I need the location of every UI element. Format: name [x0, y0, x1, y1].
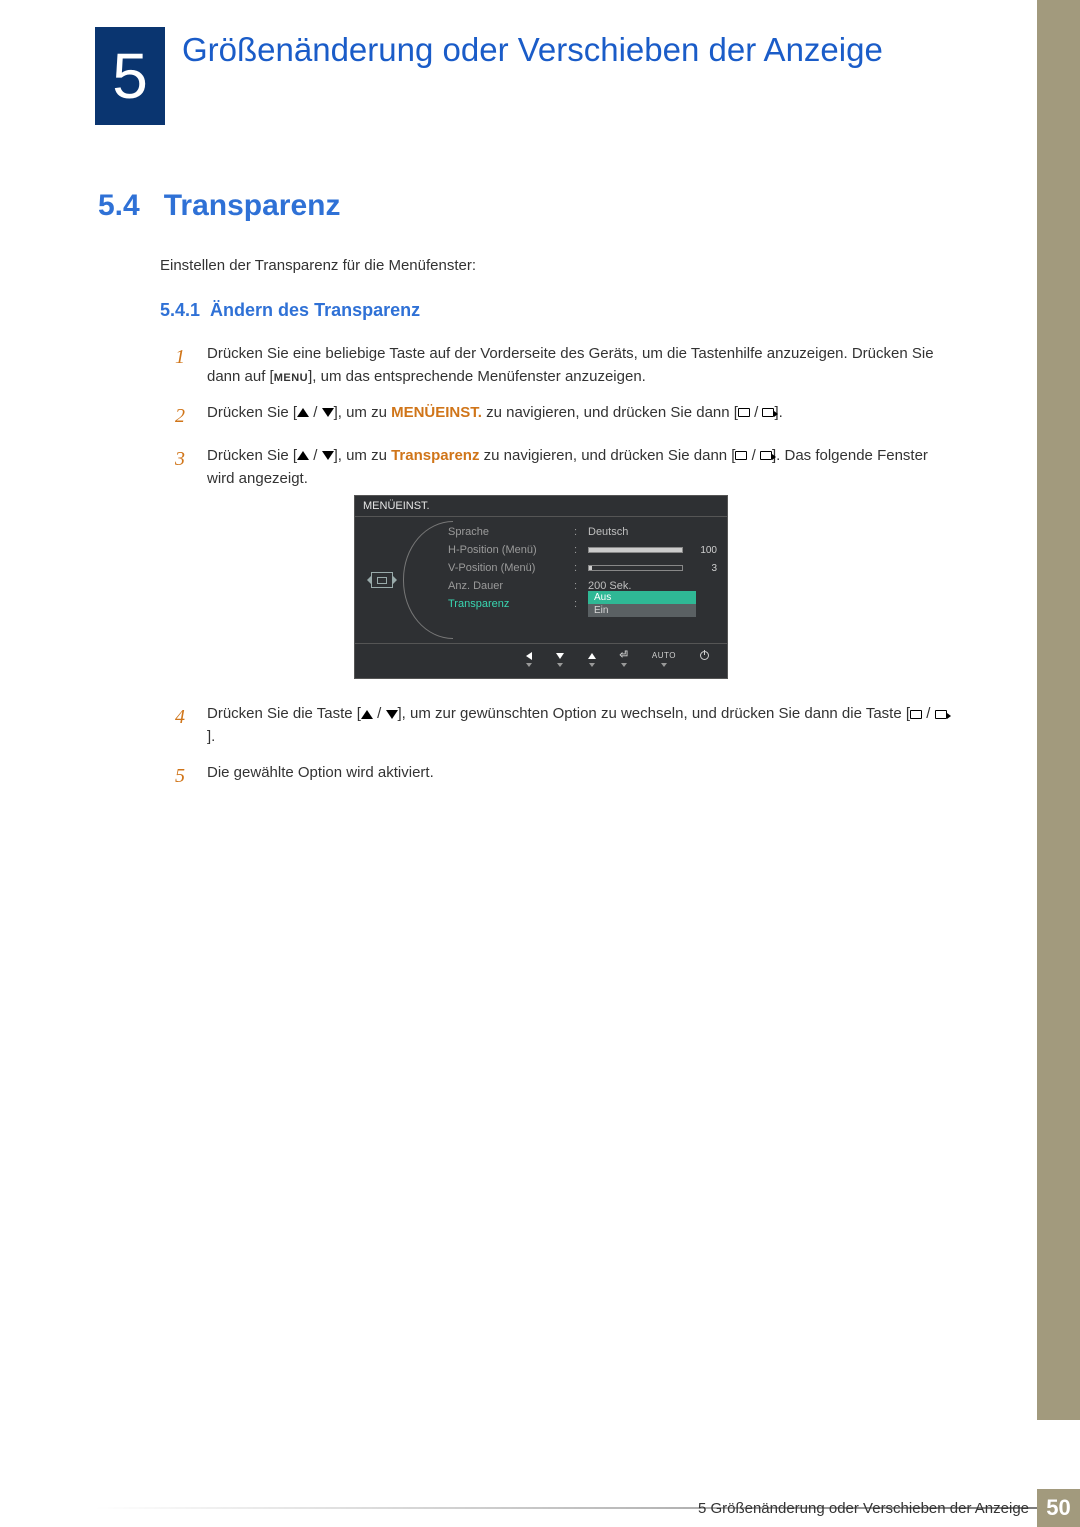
- side-stripe: [1037, 0, 1080, 1420]
- triangle-down-icon: [386, 710, 398, 719]
- triangle-down-icon: [322, 451, 334, 460]
- osd-option-selected: Aus: [588, 591, 696, 604]
- subsection-title: Ändern des Transparenz: [210, 300, 420, 321]
- source-icon: [735, 451, 747, 460]
- menu-icon: MENU: [274, 372, 308, 384]
- osd-dropdown: Aus Ein: [588, 591, 696, 617]
- osd-position-icon: [371, 572, 393, 588]
- footer-chapter-text: 5 Größenänderung oder Verschieben der An…: [698, 1500, 1029, 1517]
- nav-target: Transparenz: [391, 447, 479, 464]
- osd-down-icon: [556, 651, 564, 667]
- osd-slider: [588, 547, 683, 553]
- step-1: 1 Drücken Sie eine beliebige Taste auf d…: [175, 342, 947, 389]
- step-3: 3 Drücken Sie [ / ], um zu Transparenz z…: [175, 444, 947, 491]
- step-number: 2: [175, 401, 193, 432]
- osd-up-icon: [588, 651, 596, 667]
- enter-icon: [762, 408, 774, 417]
- osd-row-language: Sprache : Deutsch: [448, 523, 717, 541]
- step-5: 5 Die gewählte Option wird aktiviert.: [175, 761, 947, 792]
- nav-target: MENÜEINST.: [391, 404, 482, 421]
- enter-icon: [760, 451, 772, 460]
- chapter-number: 5: [112, 39, 148, 113]
- osd-title: MENÜEINST.: [355, 496, 727, 517]
- document-page: 5 Größenänderung oder Verschieben der An…: [0, 0, 1080, 1527]
- osd-body: Sprache : Deutsch H-Position (Menü) : 10…: [355, 517, 727, 643]
- step-number: 1: [175, 342, 193, 389]
- osd-enter-icon: ⏎: [620, 651, 628, 667]
- osd-back-icon: [526, 651, 532, 667]
- step-2: 2 Drücken Sie [ / ], um zu MENÜEINST. zu…: [175, 401, 947, 432]
- subsection-heading: 5.4.1 Ändern des Transparenz: [160, 300, 420, 321]
- chapter-tab: 5: [95, 27, 165, 125]
- osd-slider: [588, 565, 683, 571]
- step-text: Drücken Sie [ / ], um zu Transparenz zu …: [207, 444, 947, 491]
- step-number: 5: [175, 761, 193, 792]
- triangle-up-icon: [297, 451, 309, 460]
- osd-power-icon: [700, 651, 709, 667]
- page-footer: 5 Größenänderung oder Verschieben der An…: [0, 1489, 1080, 1527]
- osd-row-transparency: Transparenz : Aus Ein: [448, 595, 717, 613]
- section-title: Transparenz: [164, 189, 341, 223]
- osd-footer-buttons: ⏎ AUTO: [355, 643, 727, 673]
- section-heading: 5.4 Transparenz: [98, 189, 340, 223]
- section-number: 5.4: [98, 189, 140, 223]
- section-intro: Einstellen der Transparenz für die Menüf…: [160, 257, 476, 274]
- source-icon: [910, 710, 922, 719]
- step-4: 4 Drücken Sie die Taste [ / ], um zur ge…: [175, 702, 947, 749]
- step-text: Drücken Sie [ / ], um zu MENÜEINST. zu n…: [207, 401, 947, 432]
- osd-auto-icon: AUTO: [652, 651, 676, 667]
- osd-category-icon-area: [355, 517, 408, 643]
- triangle-down-icon: [322, 408, 334, 417]
- step-text: Drücken Sie eine beliebige Taste auf der…: [207, 342, 947, 389]
- source-icon: [738, 408, 750, 417]
- step-number: 4: [175, 702, 193, 749]
- enter-icon: [935, 710, 947, 719]
- osd-settings-list: Sprache : Deutsch H-Position (Menü) : 10…: [408, 517, 727, 643]
- subsection-number: 5.4.1: [160, 300, 200, 321]
- chapter-title: Größenänderung oder Verschieben der Anze…: [182, 30, 942, 70]
- step-text: Drücken Sie die Taste [ / ], um zur gewü…: [207, 702, 947, 749]
- osd-row-hposition: H-Position (Menü) : 100: [448, 541, 717, 559]
- triangle-up-icon: [361, 710, 373, 719]
- osd-menu-screenshot: MENÜEINST. Sprache : Deutsch H-Position …: [354, 495, 728, 679]
- osd-option: Ein: [588, 604, 696, 617]
- osd-row-vposition: V-Position (Menü) : 3: [448, 559, 717, 577]
- step-text: Die gewählte Option wird aktiviert.: [207, 761, 947, 792]
- footer-page-number: 50: [1037, 1489, 1080, 1527]
- step-number: 3: [175, 444, 193, 491]
- triangle-up-icon: [297, 408, 309, 417]
